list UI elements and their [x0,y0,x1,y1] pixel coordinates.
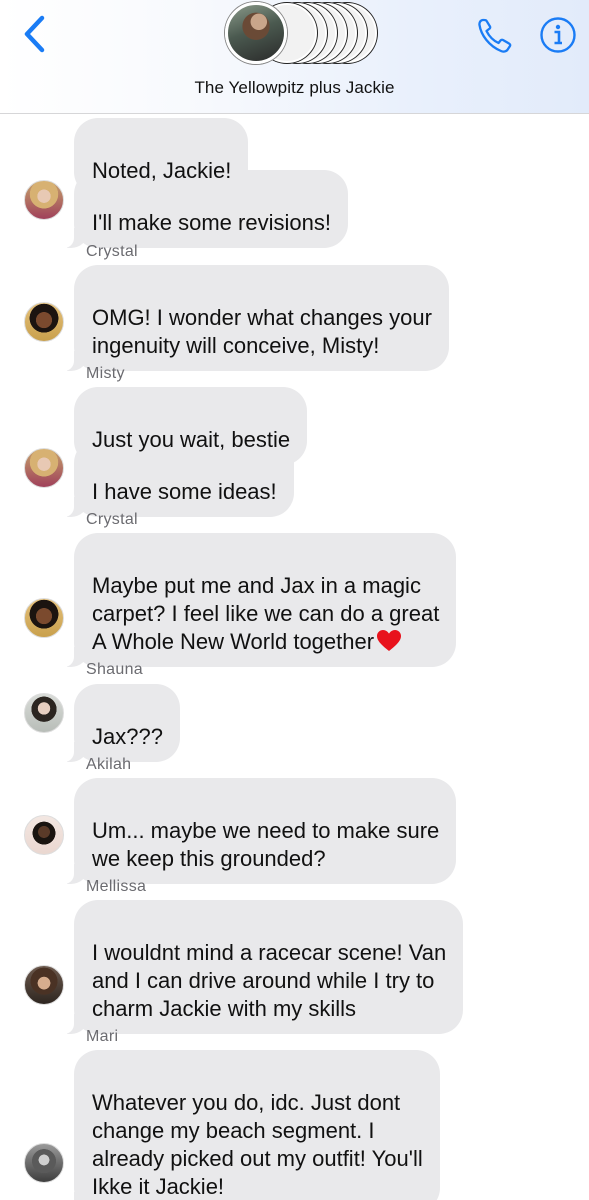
chevron-left-icon [24,15,45,53]
conversation-header: The Yellowpitz plus Jackie [0,0,589,114]
sender-name: Mari [86,1028,119,1045]
group-avatar [225,2,287,64]
sender-name: Akilah [86,756,132,773]
avatar[interactable] [24,1143,64,1183]
chat-screen: The Yellowpitz plus Jackie Noted, Jackie… [0,0,589,1200]
avatar[interactable] [24,965,64,1005]
message-text: I have some ideas! [92,479,277,504]
back-button[interactable] [18,14,52,54]
sender-name: Shauna [86,661,143,678]
message-bubble[interactable]: Um... maybe we need to make sure we keep… [63,778,457,884]
sender-name: Crystal [86,243,138,260]
message-bubble[interactable]: Whatever you do, idc. Just dont change m… [64,1050,440,1200]
message-bubble[interactable]: OMG! I wonder what changes your ingenuit… [64,265,449,371]
avatar[interactable] [24,693,64,733]
info-icon [540,17,576,53]
avatar[interactable] [24,302,64,342]
message-text: Um... maybe we need to make sure we keep… [92,818,440,871]
call-button[interactable] [474,14,518,58]
avatar[interactable] [24,815,64,855]
message-text: OMG! I wonder what changes your ingenuit… [92,305,432,358]
message-bubble[interactable]: I wouldnt mind a racecar scene! Van and … [63,900,464,1034]
sender-name: Crystal [86,511,138,528]
group-avatar-stack[interactable] [221,0,381,66]
message-bubble[interactable]: Maybe put me and Jax in a magic carpet? … [63,533,457,667]
red-heart-icon [377,630,402,651]
sender-name: Misty [86,365,125,382]
avatar[interactable] [24,448,64,488]
group-name[interactable]: The Yellowpitz plus Jackie [0,78,589,98]
message-bubble[interactable]: Jax??? [64,684,180,762]
avatar[interactable] [24,180,64,220]
avatar[interactable] [24,598,64,638]
message-text: Jax??? [92,724,163,749]
message-text: Whatever you do, idc. Just dont change m… [92,1090,423,1199]
message-text: I'll make some revisions! [92,210,331,235]
sender-name: Mellissa [86,878,147,895]
info-button[interactable] [538,15,578,55]
phone-icon [478,18,512,53]
message-text: Just you wait, bestie [92,427,291,452]
message-text: Noted, Jackie! [92,158,232,183]
message-text: I wouldnt mind a racecar scene! Van and … [92,940,447,1021]
